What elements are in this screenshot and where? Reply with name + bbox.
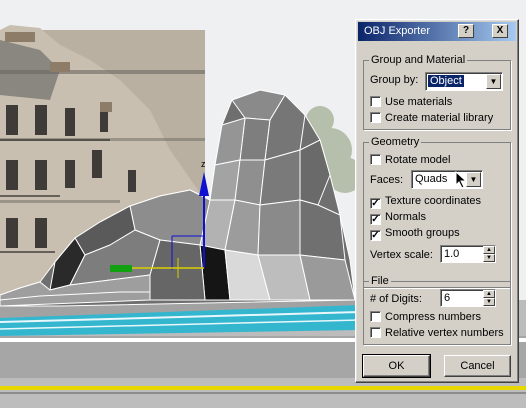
create-material-library-checkbox[interactable]: Create material library [370, 111, 493, 125]
faces-select[interactable]: Quads ▼ [411, 170, 483, 189]
group-and-material-section: Group and Material Group by: Object ▼ Us… [363, 54, 511, 130]
checkbox-box[interactable] [370, 311, 381, 322]
geometry-legend: Geometry [369, 136, 422, 148]
spinner-arrows-icon[interactable]: ▲ ▼ [483, 290, 495, 307]
group-by-label: Group by: [370, 74, 419, 86]
normals-checkbox[interactable]: ✓ Normals [370, 210, 426, 225]
file-section: File # of Digits: 6 ▲ ▼ Compress numbers … [363, 275, 511, 345]
checkbox-box[interactable] [370, 96, 381, 107]
texture-coordinates-label: Texture coordinates [385, 195, 481, 207]
cancel-button[interactable]: Cancel [444, 355, 511, 377]
group-by-value: Object [428, 75, 464, 87]
checkbox-box[interactable] [370, 327, 381, 338]
faces-label: Faces: [370, 174, 404, 186]
spinner-arrows-icon[interactable]: ▲ ▼ [483, 246, 495, 263]
digits-spinner[interactable]: 6 ▲ ▼ [440, 289, 496, 307]
vertex-scale-spinner[interactable]: 1.0 ▲ ▼ [440, 245, 496, 263]
chevron-down-icon[interactable]: ▼ [486, 74, 501, 89]
relative-vertex-numbers-checkbox[interactable]: Relative vertex numbers [370, 326, 504, 340]
texture-coordinates-checkbox[interactable]: ✓ Texture coordinates [370, 194, 481, 209]
digits-value: 6 [444, 292, 451, 304]
dialog-title: OBJ Exporter [364, 25, 431, 37]
mouse-cursor-icon [455, 171, 467, 189]
obj-exporter-dialog: OBJ Exporter ? X Group and Material Grou… [355, 19, 519, 383]
relative-vertex-numbers-label: Relative vertex numbers [385, 327, 504, 339]
chevron-down-icon[interactable]: ▼ [466, 172, 481, 187]
vertex-scale-value: 1.0 [444, 248, 460, 260]
checkbox-box[interactable] [370, 112, 381, 123]
checkbox-box[interactable]: ✓ [370, 198, 381, 209]
smooth-groups-label: Smooth groups [385, 227, 460, 239]
use-materials-checkbox[interactable]: Use materials [370, 95, 452, 109]
checkbox-box[interactable] [370, 154, 381, 165]
group-by-select[interactable]: Object ▼ [425, 72, 503, 91]
rotate-model-checkbox[interactable]: Rotate model [370, 153, 450, 167]
file-legend: File [369, 275, 391, 287]
help-button[interactable]: ? [458, 24, 474, 38]
geometry-section: Geometry Rotate model Faces: Quads ▼ ✓ Te… [363, 136, 511, 288]
use-materials-label: Use materials [385, 96, 453, 108]
faces-value: Quads [415, 173, 448, 185]
normals-label: Normals [385, 211, 426, 223]
compress-numbers-checkbox[interactable]: Compress numbers [370, 310, 481, 324]
compress-numbers-label: Compress numbers [385, 311, 481, 323]
ok-button[interactable]: OK [362, 354, 431, 378]
gizmo-axis-label: z [201, 159, 206, 169]
smooth-groups-checkbox[interactable]: ✓ Smooth groups [370, 226, 460, 241]
create-material-library-label: Create material library [385, 112, 494, 124]
checkbox-box[interactable]: ✓ [370, 214, 381, 225]
rotate-model-label: Rotate model [385, 154, 451, 166]
checkbox-box[interactable]: ✓ [370, 230, 381, 241]
group-material-legend: Group and Material [369, 54, 468, 66]
title-bar[interactable]: OBJ Exporter ? X [358, 22, 516, 41]
close-button[interactable]: X [492, 24, 508, 38]
digits-label: # of Digits: [370, 293, 422, 305]
vertex-scale-label: Vertex scale: [370, 249, 433, 261]
